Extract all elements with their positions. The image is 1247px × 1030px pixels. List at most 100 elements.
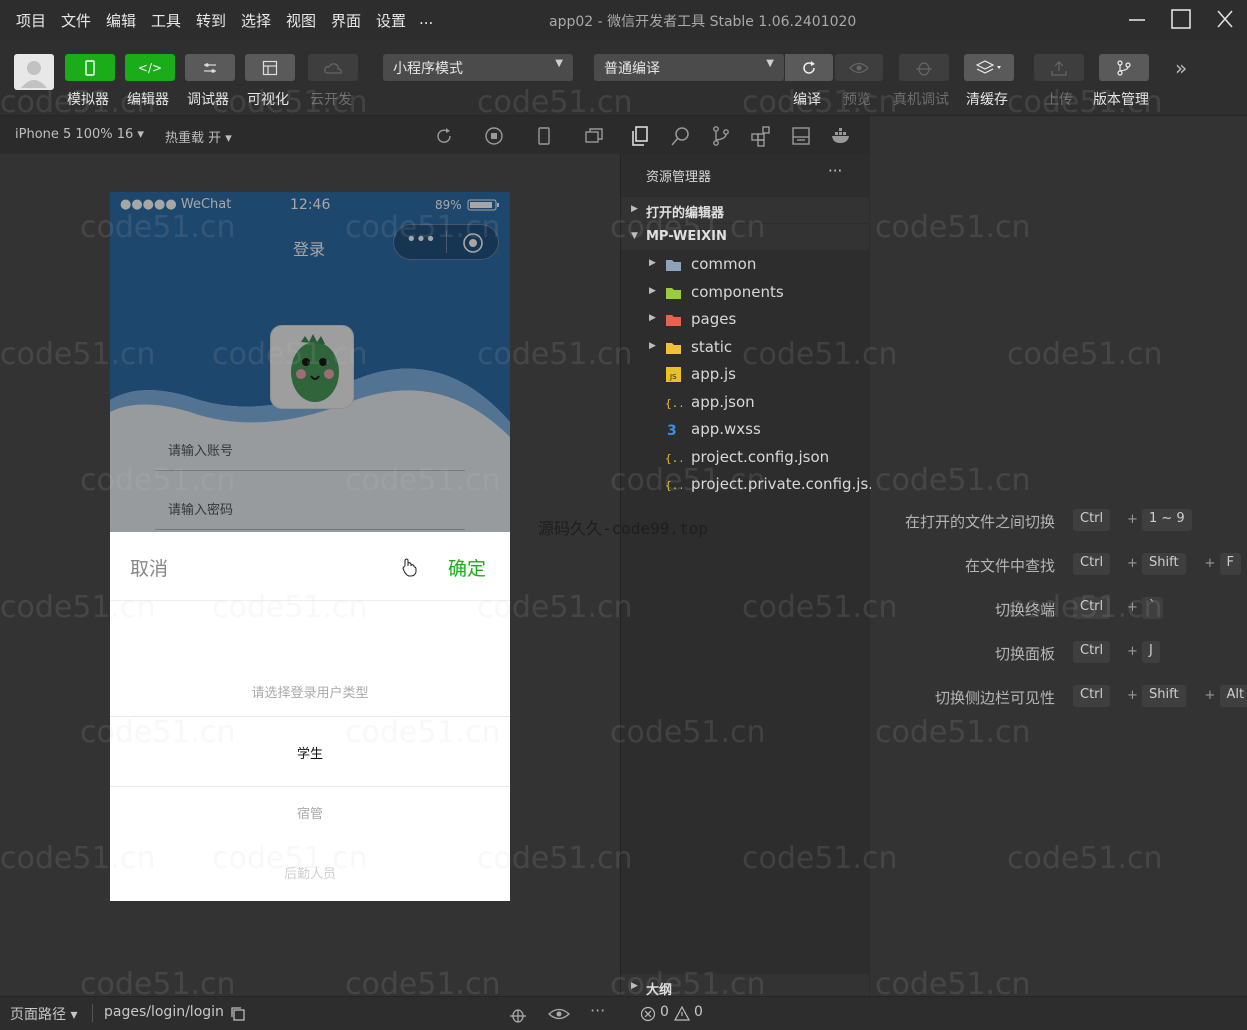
user-type-picker: 取消 确定 请选择登录用户类型 学生 宿管 后勤人员 — [110, 532, 510, 901]
bug-icon — [916, 61, 932, 76]
close-button[interactable] — [1210, 6, 1240, 34]
folder-item[interactable]: ▶ pages — [621, 306, 871, 333]
file-item[interactable]: {..} app.json — [621, 389, 871, 416]
clear-cache-button[interactable] — [964, 54, 1014, 81]
file-item[interactable]: {..} project.config.json — [621, 444, 871, 471]
bug-icon[interactable] — [508, 1005, 528, 1025]
page-path-select[interactable]: 页面路径 ▾ — [10, 1004, 77, 1024]
item-label: app.js — [691, 365, 736, 383]
toolbar: 模拟器 </> 编辑器 调试器 可视化 云开发 小程序模式 ▼ 普通编译 ▼ 编… — [0, 40, 1247, 116]
folder-icon — [666, 287, 681, 299]
picker-cancel-button[interactable]: 取消 — [130, 554, 168, 581]
open-editors-label: 打开的编辑器 — [646, 206, 725, 221]
json-file-icon: {..} — [665, 397, 682, 410]
extensions-tab[interactable] — [750, 125, 772, 147]
storage-tab[interactable] — [790, 125, 812, 147]
chevron-down-icon: ▼ — [555, 58, 563, 69]
stop-button[interactable] — [484, 126, 504, 146]
open-editors-section[interactable]: ▶ 打开的编辑器 — [621, 197, 869, 223]
docker-tab[interactable] — [830, 125, 852, 147]
save-icon — [792, 127, 810, 145]
cloud-dev-button[interactable] — [308, 54, 358, 81]
picker-option[interactable]: 请选择登录用户类型 — [110, 682, 510, 701]
svg-text:{..}: {..} — [665, 479, 682, 492]
simulator-toggle-button[interactable] — [65, 54, 115, 81]
folder-item[interactable]: ▶ components — [621, 279, 871, 306]
item-label: project.private.config.js... — [691, 475, 883, 493]
js-file-icon: JS — [666, 367, 681, 382]
layers-icon — [976, 59, 1001, 74]
more-tools-icon[interactable]: » — [1175, 56, 1187, 80]
css-file-icon: 3 — [667, 423, 677, 437]
menu-select[interactable]: 选择 — [241, 10, 271, 31]
file-item[interactable]: 3 app.wxss — [621, 416, 871, 443]
debugger-toggle-button[interactable] — [185, 54, 235, 81]
compile-button[interactable] — [785, 54, 833, 81]
hot-reload-select[interactable]: 热重载 开 ▾ — [165, 127, 232, 146]
menu-view[interactable]: 视图 — [286, 10, 316, 31]
svg-text:{..}: {..} — [665, 397, 682, 410]
picker-option-selected[interactable]: 学生 — [110, 743, 510, 762]
upload-icon — [1051, 60, 1067, 76]
picker-option[interactable]: 后勤人员 — [110, 863, 510, 882]
picker-option[interactable]: 宿管 — [110, 803, 510, 822]
simulator-label: 模拟器 — [67, 92, 109, 108]
editor-toggle-button[interactable]: </> — [125, 54, 175, 81]
minimize-button[interactable] — [1122, 6, 1152, 34]
compile-mode-select[interactable]: 普通编译 ▼ — [594, 54, 784, 81]
error-icon[interactable] — [640, 1006, 656, 1022]
more-actions-icon[interactable]: ··· — [828, 162, 842, 180]
remote-debug-button[interactable] — [899, 54, 949, 81]
key-badge: ` — [1142, 597, 1163, 619]
plus-sign: + — [1204, 688, 1216, 703]
menu-file[interactable]: 文件 — [61, 10, 91, 31]
folder-icon — [666, 315, 681, 326]
picker-indicator-top — [110, 716, 510, 717]
file-item[interactable]: {..} project.private.config.js... — [621, 471, 883, 498]
avatar[interactable] — [14, 54, 54, 90]
picker-confirm-button[interactable]: 确定 — [448, 554, 486, 581]
explorer-tab[interactable] — [630, 125, 652, 147]
folder-item[interactable]: ▶ static — [621, 334, 871, 361]
upload-button[interactable] — [1034, 54, 1084, 81]
menu-tools[interactable]: 工具 — [151, 10, 181, 31]
menu-edit[interactable]: 编辑 — [106, 10, 136, 31]
explorer-title: 资源管理器 — [646, 170, 712, 185]
file-item[interactable]: JS app.js — [621, 361, 871, 388]
modal-mask[interactable] — [110, 192, 510, 532]
menu-settings[interactable]: 设置 — [376, 10, 406, 31]
status-bar: 页面路径 ▾ pages/login/login ··· 0 0 — [0, 996, 1247, 1030]
cursor-icon — [402, 558, 417, 577]
search-icon — [671, 127, 689, 146]
warning-icon[interactable] — [674, 1006, 690, 1022]
maximize-button[interactable] — [1166, 6, 1196, 34]
search-tab[interactable] — [670, 125, 692, 147]
detach-window-button[interactable] — [584, 126, 604, 146]
mode-select[interactable]: 小程序模式 ▼ — [383, 54, 573, 81]
mode-select-value: 小程序模式 — [393, 61, 463, 77]
folder-item[interactable]: ▶ common — [621, 251, 871, 278]
reload-button[interactable] — [434, 126, 454, 146]
more-icon[interactable]: ··· — [590, 1001, 605, 1020]
page-path: pages/login/login — [104, 1004, 224, 1020]
eye-icon[interactable] — [548, 1007, 570, 1021]
version-control-button[interactable] — [1099, 54, 1149, 81]
picker-indicator-bottom — [110, 786, 510, 787]
chevron-right-icon: ▶ — [649, 285, 656, 296]
menu-interface[interactable]: 界面 — [331, 10, 361, 31]
project-section[interactable]: ▼ MP-WEIXIN — [621, 224, 869, 250]
menu-more[interactable]: ... — [419, 10, 433, 28]
phone-icon — [85, 59, 95, 76]
visual-toggle-button[interactable] — [245, 54, 295, 81]
window-title: app02 - 微信开发者工具 Stable 1.06.2401020 — [549, 14, 857, 30]
copy-icon[interactable] — [230, 1006, 246, 1022]
device-select[interactable]: iPhone 5 100% 16 ▾ — [15, 127, 144, 142]
menu-goto[interactable]: 转到 — [196, 10, 226, 31]
rotate-device-button[interactable] — [534, 126, 554, 146]
shortcut-row: 切换侧边栏可见性Ctrl+Shift+Alt+B — [871, 685, 1247, 709]
project-label: MP-WEIXIN — [646, 229, 727, 244]
preview-button[interactable] — [835, 54, 883, 81]
json-file-icon: {..} — [665, 479, 682, 492]
source-control-tab[interactable] — [710, 125, 732, 147]
menu-project[interactable]: 项目 — [16, 10, 46, 31]
